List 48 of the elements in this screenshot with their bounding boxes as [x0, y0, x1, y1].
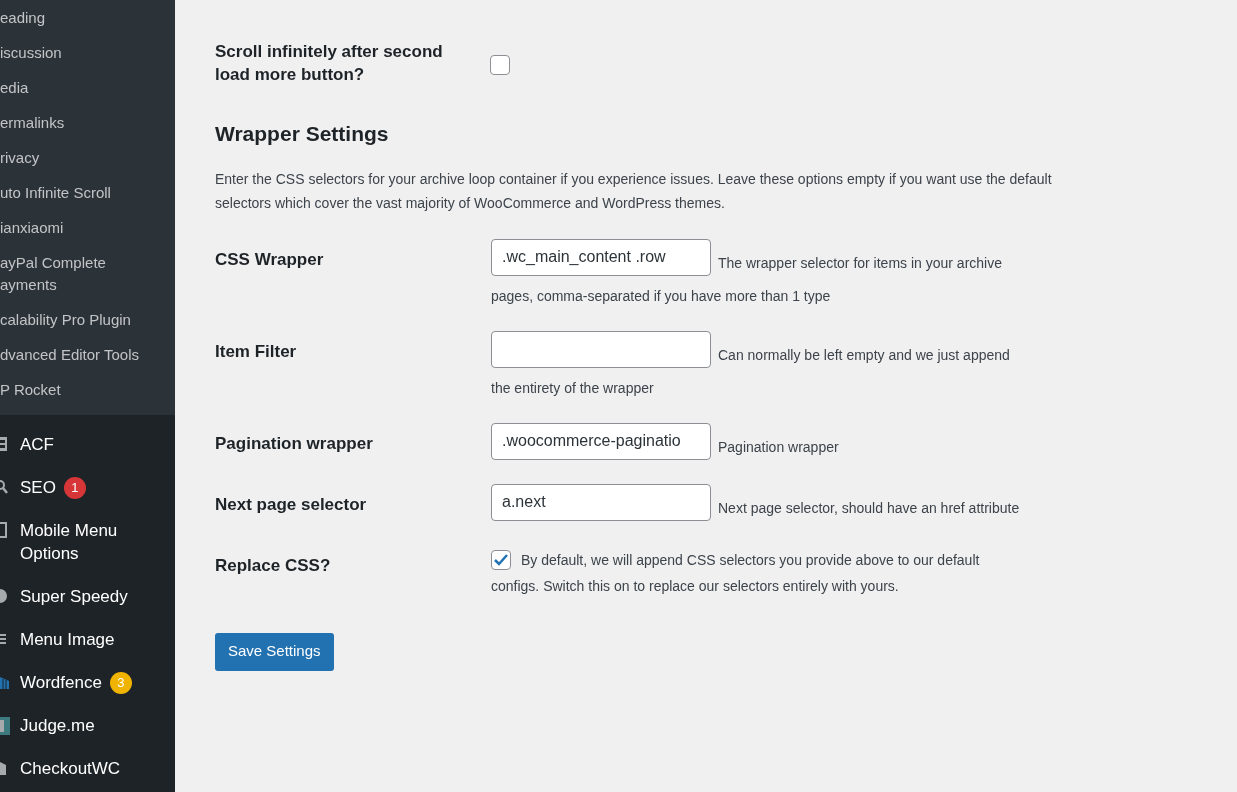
section-heading: Wrapper Settings — [215, 121, 390, 147]
field-label: Next page selector — [215, 493, 368, 516]
submenu-item[interactable]: calability Pro Plugin — [0, 302, 175, 337]
submenu-item[interactable]: dvanced Editor Tools — [0, 337, 175, 372]
field-description: Next page selector, should have an href attribute — [718, 498, 1020, 518]
submenu-item[interactable]: P Rocket — [0, 372, 175, 407]
submenu-item[interactable]: ayPal Complete ayments — [0, 245, 175, 302]
menu-item[interactable]: SEO — [20, 476, 56, 499]
menu-item[interactable]: Menu Image — [20, 628, 115, 651]
text-field[interactable]: .wc_main_content .row — [491, 238, 711, 276]
field-label: CSS Wrapper — [215, 248, 325, 271]
text-field[interactable]: .woocommerce-paginatio — [491, 422, 711, 460]
field-label: Item Filter — [215, 340, 298, 363]
field-label: Scroll infinitely after second load more button? — [215, 41, 444, 86]
submenu-item[interactable]: ermalinks — [0, 105, 175, 140]
field-description: the entirety of the wrapper — [491, 378, 655, 398]
field-label: Replace CSS? — [215, 554, 332, 577]
logo-icon — [0, 717, 10, 735]
field-description: Pagination wrapper — [718, 437, 839, 457]
list-icon — [0, 631, 8, 647]
submenu-item[interactable]: edia — [0, 70, 175, 105]
menu-item[interactable]: ACF — [20, 433, 54, 456]
submenu-item[interactable]: ianxiaomi — [0, 210, 175, 245]
field-description: The wrapper selector for items in your archive — [718, 253, 1002, 273]
submenu-item[interactable]: eading — [0, 0, 175, 35]
save-button[interactable]: Save Settings — [215, 632, 334, 671]
field-description: Can normally be left empty and we just append — [718, 345, 1010, 365]
count-badge: 1 — [63, 477, 86, 499]
field-description: configs. Switch this on to replace our selectors entirely with yours. — [491, 576, 900, 596]
bag-icon — [0, 760, 8, 776]
submenu-item[interactable]: iscussion — [0, 35, 175, 70]
menu-item[interactable]: Mobile Menu Options — [20, 519, 118, 565]
menu-item[interactable]: Judge.me — [20, 714, 95, 737]
field-label: Pagination wrapper — [215, 432, 374, 455]
menu-item[interactable]: Wordfence — [20, 671, 102, 694]
checkbox[interactable] — [491, 549, 511, 570]
text-field[interactable] — [491, 330, 711, 368]
menu-item[interactable]: Super Speedy — [20, 585, 128, 608]
field-description: By default, we will append CSS selectors you provide above to our default — [521, 550, 980, 570]
menu-item[interactable]: CheckoutWC — [20, 757, 121, 780]
text-field[interactable]: a.next — [491, 483, 711, 521]
search-icon — [0, 479, 8, 495]
checkbox[interactable] — [490, 54, 510, 75]
field-description: pages, comma-separated if you have more than 1 type — [491, 286, 832, 306]
section-description: Enter the CSS selectors for your archive loop container if you experience issues. Leave these options empty if you want use the default selectors which cover the vast majority of WooCommerce and WordPress themes. — [215, 169, 1053, 213]
count-badge: 3 — [109, 672, 132, 694]
submenu-item[interactable]: rivacy — [0, 140, 175, 175]
submenu-item[interactable]: uto Infinite Scroll — [0, 175, 175, 210]
